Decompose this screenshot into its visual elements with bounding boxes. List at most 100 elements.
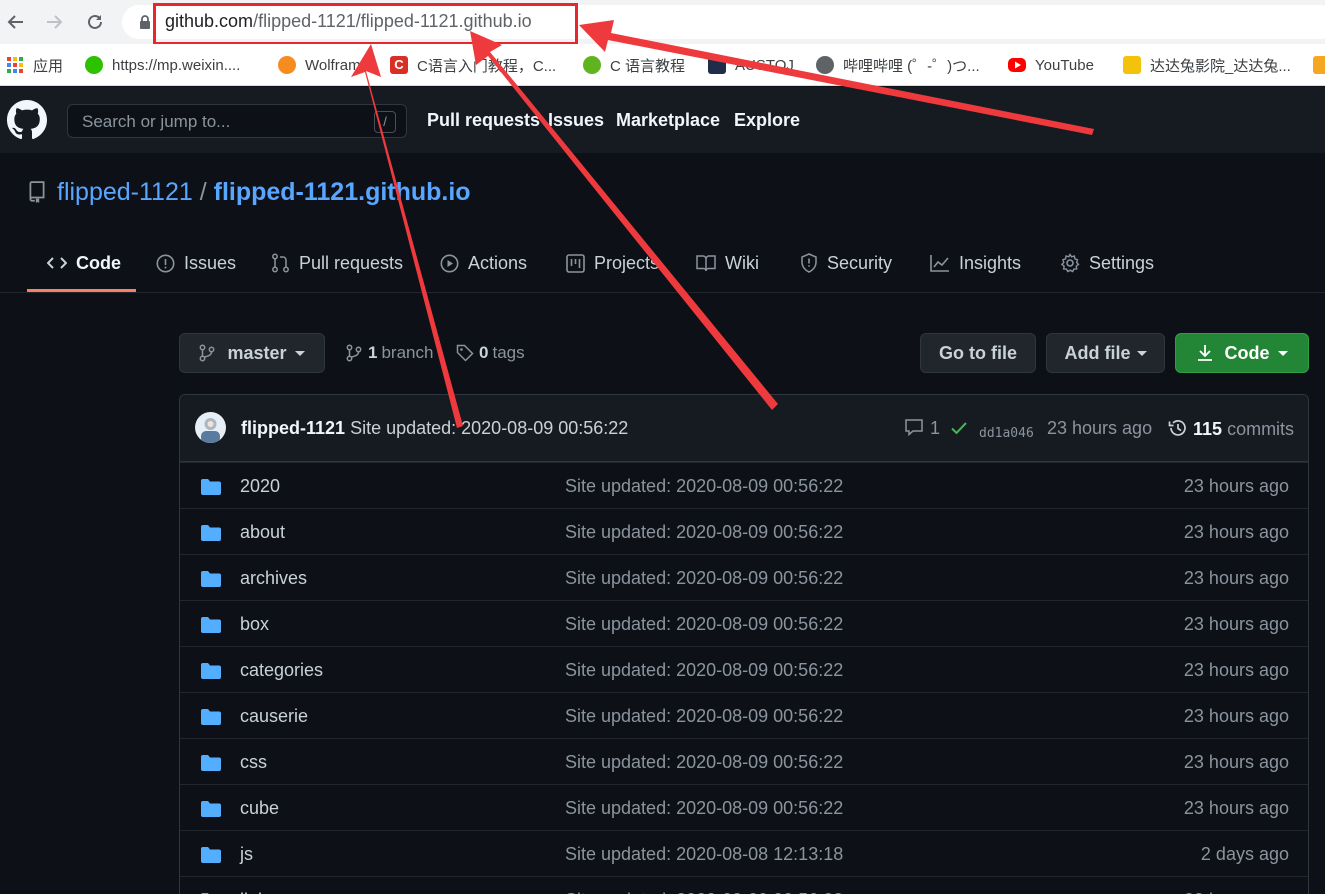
avatar[interactable] <box>195 412 226 443</box>
file-commit-message[interactable]: Site updated: 2020-08-09 00:56:22 <box>565 752 843 773</box>
bookmark-austoj[interactable]: AUSTOJ <box>708 54 794 76</box>
repo-owner-link[interactable]: flipped-1121 <box>57 178 193 206</box>
table-row[interactable]: categories Site updated: 2020-08-09 00:56… <box>180 646 1308 692</box>
file-commit-message[interactable]: Site updated: 2020-08-09 00:56:22 <box>565 568 843 589</box>
git-branch-icon <box>200 344 215 362</box>
table-row[interactable]: about Site updated: 2020-08-09 00:56:22 23… <box>180 508 1308 554</box>
table-row[interactable]: cube Site updated: 2020-08-09 00:56:22 23 … <box>180 784 1308 830</box>
tab-issues[interactable]: Issues <box>156 250 236 276</box>
file-commit-age: 23 hours ago <box>1183 706 1289 726</box>
file-name-link[interactable]: 2020 <box>240 476 280 497</box>
file-commit-age: 23 hours ago <box>1183 476 1289 496</box>
tags-link[interactable]: 0 tags <box>456 343 525 363</box>
bookmark-bilibili[interactable]: 哔哩哔哩 (゜-゜)つ... <box>816 54 980 76</box>
add-file-label: Add file <box>1064 342 1131 363</box>
bookmark-label: AUSTOJ <box>735 56 794 74</box>
file-commit-age: 23 hours ago <box>1184 890 1289 894</box>
folder-icon <box>201 617 221 633</box>
file-name-link[interactable]: js <box>240 844 253 865</box>
commit-message[interactable]: Site updated: 2020-08-09 00:56:22 <box>350 418 628 438</box>
commit-count-label: commits <box>1227 419 1295 439</box>
table-row[interactable]: box Site updated: 2020-08-09 00:56:22 23 h… <box>180 600 1308 646</box>
austoj-icon <box>708 56 726 74</box>
tab-insights[interactable]: Insights <box>930 250 1021 276</box>
file-name-link[interactable]: cube <box>240 798 279 819</box>
back-arrow-icon[interactable] <box>3 9 29 35</box>
bookmark-wolfram[interactable]: Wolfram <box>278 54 361 76</box>
youtube-icon <box>1008 58 1026 72</box>
commit-status[interactable] <box>950 418 968 439</box>
header-nav-marketplace[interactable]: Marketplace <box>616 110 720 131</box>
globe-icon <box>816 56 834 74</box>
bookmark-dadatu[interactable]: 达达兔影院_达达兔... <box>1123 54 1291 76</box>
tab-label: Insights <box>959 252 1022 273</box>
file-name-link[interactable]: causerie <box>240 706 308 727</box>
file-commit-age: 2 days ago <box>1200 844 1289 864</box>
go-to-file-button[interactable]: Go to file <box>920 333 1036 373</box>
table-row[interactable]: causerie Site updated: 2020-08-09 00:56:2… <box>180 692 1308 738</box>
bookmark-c-tutorial[interactable]: C C语言入门教程，C... <box>390 54 556 76</box>
file-commit-message[interactable]: Site updated: 2020-08-09 00:56:22 <box>565 476 843 497</box>
file-commit-message[interactable]: Site updated: 2020-08-09 00:56:22 <box>565 798 843 819</box>
table-row[interactable]: css Site updated: 2020-08-09 00:56:22 23 h… <box>180 738 1308 784</box>
reload-icon[interactable] <box>82 9 108 35</box>
file-name-link[interactable]: archives <box>240 568 307 589</box>
file-name-link[interactable]: about <box>240 522 285 543</box>
bookmark-c-lang[interactable]: C 语言教程 <box>583 54 685 76</box>
bookmark-wechat[interactable]: https://mp.weixin.... <box>85 54 240 76</box>
branch-select-button[interactable]: master <box>179 333 325 373</box>
add-file-button[interactable]: Add file <box>1046 333 1165 373</box>
file-commit-age: 23 hours ago <box>1183 660 1289 680</box>
bookmark-apps[interactable]: 应用 <box>6 54 63 76</box>
table-row[interactable]: 2020 Site updated: 2020-08-09 00:56:22 23 … <box>180 462 1308 508</box>
tab-label: Issues <box>184 252 237 273</box>
tab-security[interactable]: Security <box>800 250 892 276</box>
file-commit-message[interactable]: Site updated: 2020-08-08 12:13:18 <box>565 844 843 865</box>
commits-link[interactable]: 115 commits <box>1168 418 1294 440</box>
comment-icon <box>905 419 923 437</box>
tab-pull-requests[interactable]: Pull requests <box>271 250 403 276</box>
table-row[interactable]: link Site updated: 2020-08-09 00:56:22 23 … <box>180 876 1308 894</box>
file-commit-message[interactable]: Site updated: 2020-08-09 00:56:22 <box>565 706 843 727</box>
git-branch-icon <box>346 344 362 362</box>
code-download-button[interactable]: Code <box>1175 333 1309 373</box>
latest-commit-message[interactable]: flipped-1121 Site updated: 2020-08-09 00… <box>241 418 628 439</box>
github-logo-icon[interactable] <box>7 100 47 140</box>
search-input[interactable]: Search or jump to... / <box>67 104 407 138</box>
chevron-down-icon <box>1136 350 1147 356</box>
bookmark-label: 达达兔影院_达达兔... <box>1150 57 1291 75</box>
file-commit-message[interactable]: Site updated: 2020-08-09 00:56:22 <box>565 522 843 543</box>
commit-author[interactable]: flipped-1121 <box>241 418 345 438</box>
commit-age[interactable]: 23 hours ago <box>1047 418 1152 439</box>
tab-projects[interactable]: Projects <box>566 250 659 276</box>
repo-icon <box>29 181 45 203</box>
file-name-link[interactable]: categories <box>240 660 323 681</box>
github-header: Search or jump to... / Pull requests Iss… <box>0 87 1325 153</box>
file-commit-message[interactable]: Site updated: 2020-08-09 00:56:22 <box>565 614 843 635</box>
file-name-link[interactable]: link <box>240 890 267 894</box>
commit-sha[interactable]: dd1a046 <box>979 421 1034 442</box>
table-row[interactable]: js Site updated: 2020-08-08 12:13:18 2 day… <box>180 830 1308 876</box>
table-row[interactable]: archives Site updated: 2020-08-09 00:56:2… <box>180 554 1308 600</box>
file-commit-message[interactable]: Site updated: 2020-08-09 00:56:22 <box>565 890 843 894</box>
tab-wiki[interactable]: Wiki <box>696 250 759 276</box>
commit-comments[interactable]: 1 <box>904 418 940 439</box>
play-icon <box>440 254 459 272</box>
header-nav-pull-requests[interactable]: Pull requests <box>427 110 540 131</box>
file-commit-age: 23 hours ago <box>1183 798 1289 818</box>
branches-link[interactable]: 1 branch <box>346 343 433 363</box>
tab-settings[interactable]: Settings <box>1060 250 1154 276</box>
tab-code[interactable]: Code <box>47 250 121 276</box>
branch-name: master <box>227 342 287 363</box>
file-commit-message[interactable]: Site updated: 2020-08-09 00:56:22 <box>565 660 843 681</box>
header-nav-issues[interactable]: Issues <box>548 110 604 131</box>
tab-actions[interactable]: Actions <box>440 250 527 276</box>
forward-arrow-icon[interactable] <box>41 9 67 35</box>
header-nav-explore[interactable]: Explore <box>734 110 800 131</box>
bookmark-overflow[interactable] <box>1313 54 1325 76</box>
commit-count: 115 <box>1193 419 1223 439</box>
file-name-link[interactable]: css <box>240 752 267 773</box>
repo-name-link[interactable]: flipped-1121.github.io <box>214 178 471 206</box>
file-name-link[interactable]: box <box>240 614 269 635</box>
bookmark-youtube[interactable]: YouTube <box>1008 54 1094 76</box>
